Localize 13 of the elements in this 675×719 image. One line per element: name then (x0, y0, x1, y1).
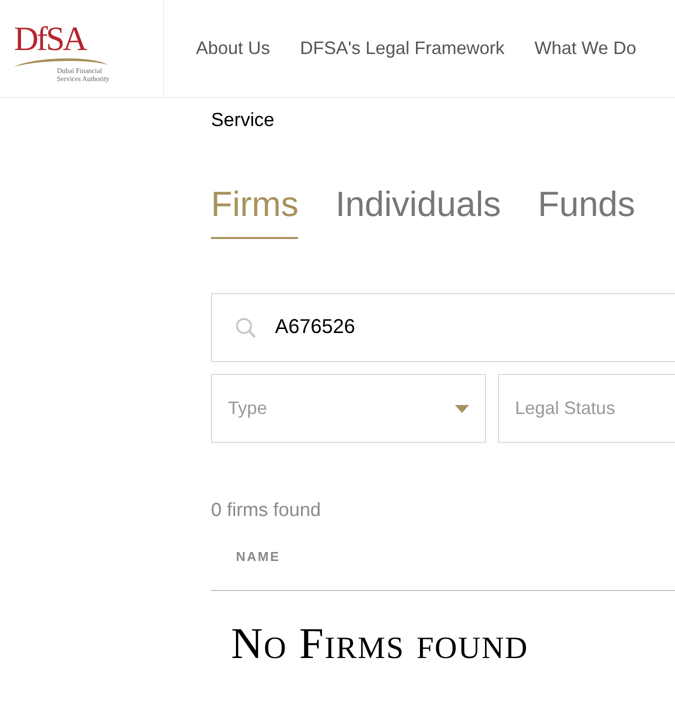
tab[interactable]: Funds (538, 183, 636, 239)
nav-link[interactable]: About Us (196, 35, 270, 62)
empty-message: No Firms found (230, 619, 530, 669)
column-header: NAME (236, 548, 280, 566)
search-field[interactable]: A676526 (211, 293, 675, 362)
search-icon (235, 317, 257, 339)
nav-link[interactable]: What We Do (534, 35, 636, 62)
breadcrumb[interactable]: Service (211, 109, 675, 133)
tab[interactable]: Individuals (335, 183, 501, 239)
nav-link[interactable]: DFSA's Legal Framework (300, 35, 505, 62)
result-count: 0 firms found (211, 499, 322, 523)
logo-mark: DfSA (14, 22, 86, 56)
caret-icon (455, 404, 469, 412)
